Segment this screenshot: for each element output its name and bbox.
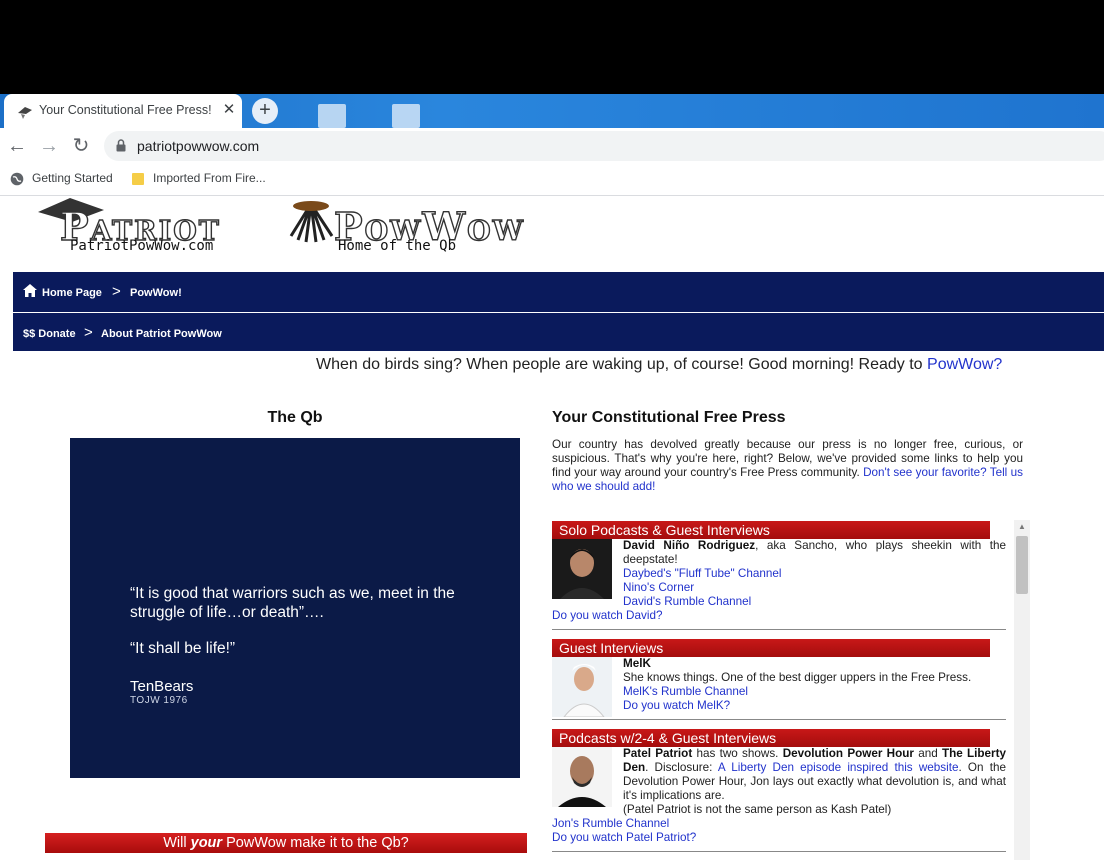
menu-about-link[interactable]: About Patriot PowWow bbox=[101, 328, 222, 340]
disclosure-link[interactable]: A Liberty Den episode inspired this webs… bbox=[718, 761, 959, 774]
bookmark-label: Getting Started bbox=[32, 171, 113, 185]
bookmark-imported-folder[interactable]: Imported From Fire... bbox=[131, 171, 266, 186]
person-name: David Niño Rodriguez bbox=[623, 539, 756, 552]
browser-tab[interactable]: Your Constitutional Free Press! ✕ bbox=[4, 94, 242, 128]
profile-photo bbox=[552, 657, 612, 717]
bookmark-label: Imported From Fire... bbox=[153, 171, 266, 185]
divider bbox=[552, 719, 1006, 720]
person-name: Patel Patriot bbox=[623, 747, 693, 760]
section-banner: Guest Interviews bbox=[552, 639, 990, 657]
qb-quote-panel: “It is good that warriors such as we, me… bbox=[70, 438, 520, 778]
tagline-powwow-link[interactable]: PowWow? bbox=[927, 356, 1002, 373]
reload-icon[interactable]: ↻ bbox=[69, 134, 93, 158]
logo-subtitle: Home of the Qb bbox=[338, 238, 457, 254]
quote-line-2: “It shall be life!” bbox=[130, 640, 236, 657]
tab-close-icon[interactable]: ✕ bbox=[220, 101, 238, 119]
back-icon[interactable]: ← bbox=[5, 134, 29, 158]
person-description: and bbox=[913, 747, 942, 760]
channel-link[interactable]: Daybed's "Fluff Tube" Channel bbox=[623, 567, 1006, 581]
desktop-file-icon bbox=[392, 104, 420, 128]
site-favicon-icon bbox=[18, 107, 32, 119]
desktop-file-icon bbox=[318, 104, 346, 128]
channel-link[interactable]: MelK's Rumble Channel bbox=[623, 685, 1006, 699]
web-page: Patriot PowWow PatriotPowWow.com Home of… bbox=[0, 196, 1104, 860]
cta-link[interactable]: Do you watch MelK? bbox=[623, 699, 1006, 713]
show-name: Devolution Power Hour bbox=[782, 747, 914, 760]
divider bbox=[552, 629, 1006, 630]
new-tab-button[interactable]: + bbox=[252, 98, 278, 124]
forward-icon[interactable]: → bbox=[37, 134, 61, 158]
desktop-top-area bbox=[0, 0, 1104, 94]
banner-text: PowWow make it to the Qb? bbox=[222, 835, 409, 851]
person-description: . Disclosure: bbox=[645, 761, 718, 774]
tab-title: Your Constitutional Free Press! bbox=[39, 103, 212, 117]
quote-line-1: “It is good that warriors such as we, me… bbox=[130, 585, 455, 621]
channel-link[interactable]: Nino's Corner bbox=[623, 581, 1006, 595]
person-description: has two shows. bbox=[692, 747, 783, 760]
scroll-up-icon[interactable]: ▲ bbox=[1018, 522, 1026, 531]
list-scrollbar[interactable]: ▲ bbox=[1014, 520, 1030, 860]
menu-bar-secondary: $$ Donate > About Patriot PowWow bbox=[13, 312, 1104, 351]
navigation-bar: ← → ↻ patriotpowwow.com bbox=[0, 128, 1104, 164]
quote-author: TenBears bbox=[130, 678, 194, 695]
entry-text: David Niño Rodriguez, aka Sancho, who pl… bbox=[623, 539, 1006, 609]
logo-domain-text: PatriotPowWow.com bbox=[70, 238, 214, 254]
home-icon bbox=[23, 284, 37, 297]
menu-separator: > bbox=[112, 283, 121, 300]
list-item: Patel Patriot has two shows. Devolution … bbox=[552, 747, 1006, 823]
cta-link[interactable]: Do you watch Patel Patriot? bbox=[552, 831, 696, 844]
bookmarks-bar: Getting Started Imported From Fire... bbox=[0, 164, 1104, 196]
tagline-text: When do birds sing? When people are waki… bbox=[316, 356, 928, 373]
address-bar[interactable]: patriotpowwow.com bbox=[104, 131, 1104, 161]
tab-strip: Your Constitutional Free Press! ✕ + bbox=[0, 94, 1104, 128]
menu-bar-primary: Home Page > PowWow! bbox=[13, 272, 1104, 312]
person-description: She knows things. One of the best digger… bbox=[623, 671, 972, 684]
section-banner: Solo Podcasts & Guest Interviews bbox=[552, 521, 990, 539]
entry-text: Patel Patriot has two shows. Devolution … bbox=[623, 747, 1006, 817]
site-logo[interactable]: Patriot PowWow PatriotPowWow.com Home of… bbox=[36, 196, 616, 268]
menu-powwow-link[interactable]: PowWow! bbox=[130, 287, 182, 299]
folder-icon bbox=[132, 172, 144, 185]
bookmark-getting-started[interactable]: Getting Started bbox=[10, 171, 113, 186]
banner-emphasis: your bbox=[190, 835, 223, 851]
headdress-icon bbox=[289, 201, 334, 243]
profile-photo bbox=[552, 539, 612, 599]
entry-text: MelK She knows things. One of the best d… bbox=[623, 657, 1006, 713]
channel-link[interactable]: Jon's Rumble Channel bbox=[552, 817, 669, 830]
banner-text: Will bbox=[163, 835, 191, 851]
free-press-heading: Your Constitutional Free Press bbox=[552, 409, 786, 426]
globe-icon bbox=[10, 172, 24, 186]
free-press-intro: Our country has devolved greatly because… bbox=[552, 438, 1023, 494]
scrollbar-thumb[interactable] bbox=[1016, 536, 1028, 594]
profile-photo bbox=[552, 747, 612, 807]
person-note: (Patel Patriot is not the same person as… bbox=[623, 803, 892, 816]
tagline: When do birds sing? When people are waki… bbox=[316, 356, 1002, 374]
divider bbox=[552, 851, 1006, 852]
qb-call-to-action-banner[interactable]: Will your PowWow make it to the Qb? bbox=[45, 833, 527, 853]
quote-source: TOJW 1976 bbox=[130, 695, 188, 706]
qb-heading: The Qb bbox=[267, 409, 323, 426]
menu-home-link[interactable]: Home Page bbox=[42, 287, 102, 299]
section-banner: Podcasts w/2-4 & Guest Interviews bbox=[552, 729, 990, 747]
channel-link[interactable]: David's Rumble Channel bbox=[623, 595, 1006, 609]
cta-link[interactable]: Do you watch David? bbox=[552, 609, 662, 622]
menu-separator: > bbox=[84, 324, 93, 341]
lock-icon bbox=[116, 139, 126, 152]
person-name: MelK bbox=[623, 657, 651, 670]
menu-donate-link[interactable]: $$ Donate bbox=[23, 328, 76, 340]
url-text: patriotpowwow.com bbox=[137, 138, 260, 154]
list-item: MelK She knows things. One of the best d… bbox=[552, 657, 1006, 717]
